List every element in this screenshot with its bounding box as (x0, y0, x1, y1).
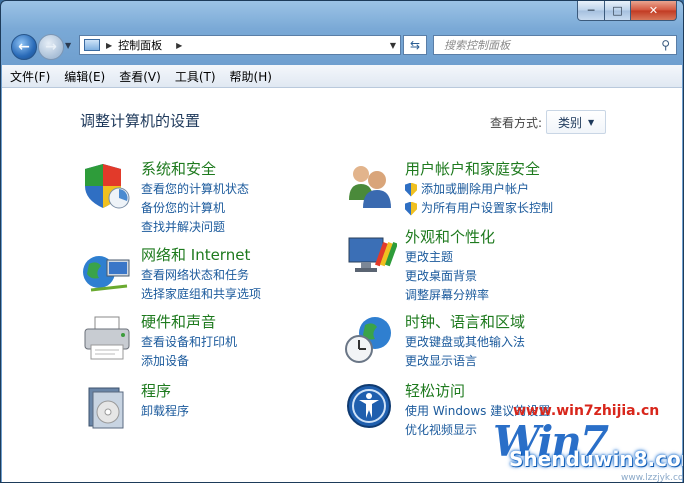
menu-file[interactable]: 文件(F) (10, 68, 50, 85)
menu-view[interactable]: 查看(V) (119, 68, 161, 85)
watermark-overlay: www.win7zhijia.cn Win7 Shenduwin8.com ww… (489, 403, 684, 483)
clock-globe-icon[interactable] (345, 313, 397, 365)
breadcrumb-arrow-icon[interactable]: ▶ (176, 41, 182, 50)
uac-shield-icon (405, 201, 417, 216)
breadcrumb-control-panel[interactable]: 控制面板 (118, 37, 162, 53)
category-link[interactable]: 查看网络状态和任务 (141, 266, 261, 285)
category-title[interactable]: 轻松访问 (405, 382, 550, 400)
watermark-site3: www.lzzjyk.com (621, 473, 684, 483)
search-input[interactable]: 搜索控制面板 ⚲ (433, 35, 677, 55)
category-link[interactable]: 更改桌面背景 (405, 267, 495, 286)
link-text: 为所有用户设置家长控制 (421, 201, 554, 215)
shield-pc-icon[interactable] (81, 160, 133, 212)
view-by: 查看方式: 类别 ▼ (490, 110, 607, 134)
view-by-label: 查看方式: (490, 115, 543, 130)
category-title[interactable]: 网络和 Internet (141, 246, 261, 264)
category-title[interactable]: 硬件和声音 (141, 313, 237, 331)
category-link[interactable]: 备份您的计算机 (141, 199, 249, 218)
category-link[interactable]: 选择家庭组和共享选项 (141, 285, 261, 304)
users-icon[interactable] (345, 160, 397, 212)
forward-button[interactable]: → (38, 34, 64, 60)
uac-shield-icon (405, 182, 417, 197)
watermark-site2: Shenduwin8.com (509, 447, 684, 471)
category-link[interactable]: 更改主题 (405, 248, 495, 267)
minimize-button[interactable]: ─ (577, 1, 605, 21)
menu-help[interactable]: 帮助(H) (230, 68, 272, 85)
category-title[interactable]: 用户帐户和家庭安全 (405, 160, 553, 178)
address-dropdown-icon[interactable]: ▼ (390, 41, 396, 50)
search-icon[interactable]: ⚲ (661, 38, 670, 52)
breadcrumb-arrow-icon[interactable]: ▶ (106, 41, 112, 50)
link-text: 添加或删除用户帐户 (421, 182, 530, 196)
ease-of-access-icon[interactable] (345, 382, 397, 434)
control-panel-icon (84, 39, 100, 51)
category-title[interactable]: 外观和个性化 (405, 228, 495, 246)
address-bar[interactable]: ▶ 控制面板 ▶ ▼ (79, 35, 401, 55)
category-link[interactable]: 更改键盘或其他输入法 (405, 333, 525, 352)
category-link[interactable]: 卸载程序 (141, 402, 189, 421)
refresh-button[interactable]: ⇆ (403, 35, 427, 55)
appearance-icon[interactable] (345, 228, 398, 280)
category-link[interactable]: 添加或删除用户帐户 (405, 180, 553, 199)
category-title[interactable]: 时钟、语言和区域 (405, 313, 525, 331)
view-by-value: 类别 (557, 115, 582, 130)
category-link[interactable]: 查看您的计算机状态 (141, 180, 249, 199)
view-by-dropdown[interactable]: 类别 ▼ (546, 110, 607, 134)
category-link[interactable]: 调整屏幕分辨率 (405, 286, 495, 305)
caption-buttons: ─ □ ✕ (577, 1, 677, 21)
search-placeholder: 搜索控制面板 (444, 39, 510, 52)
category-link[interactable]: 更改显示语言 (405, 352, 525, 371)
menu-edit[interactable]: 编辑(E) (64, 68, 105, 85)
close-button[interactable]: ✕ (631, 1, 677, 21)
category-title[interactable]: 程序 (141, 382, 189, 400)
page-title: 调整计算机的设置 (80, 112, 201, 130)
category-link[interactable]: 查找并解决问题 (141, 218, 249, 237)
menu-tools[interactable]: 工具(T) (175, 68, 216, 85)
printer-icon[interactable] (81, 313, 133, 365)
maximize-button[interactable]: □ (605, 1, 631, 21)
back-button[interactable]: ← (11, 34, 37, 60)
control-panel-window: ─ □ ✕ ← → ▼ ▶ 控制面板 ▶ ▼ ⇆ 搜索控制面板 ⚲ 文件(F) … (0, 0, 684, 483)
globe-network-icon[interactable] (81, 246, 133, 298)
navigation-bar: ← → ▼ ▶ 控制面板 ▶ ▼ ⇆ 搜索控制面板 ⚲ (7, 31, 677, 61)
programs-icon[interactable] (81, 382, 133, 434)
chevron-down-icon: ▼ (587, 117, 595, 127)
recent-pages-dropdown[interactable]: ▼ (65, 41, 71, 50)
category-link[interactable]: 为所有用户设置家长控制 (405, 199, 553, 218)
category-title[interactable]: 系统和安全 (141, 160, 249, 178)
category-link[interactable]: 查看设备和打印机 (141, 333, 237, 352)
menu-bar: 文件(F) 编辑(E) 查看(V) 工具(T) 帮助(H) (2, 65, 682, 88)
category-link[interactable]: 添加设备 (141, 352, 237, 371)
